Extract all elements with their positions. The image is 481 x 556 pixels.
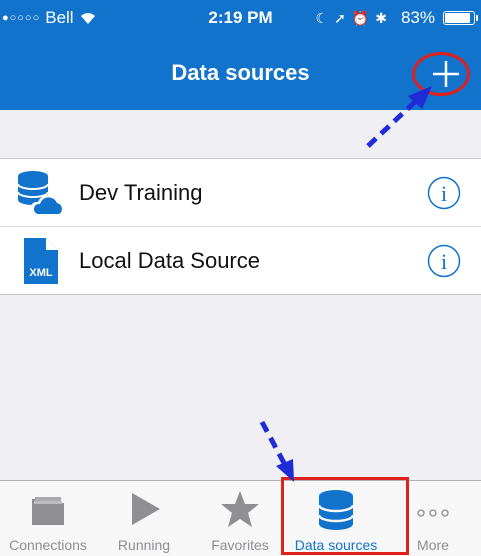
folder-icon — [32, 497, 64, 525]
svg-text:i: i — [441, 181, 447, 206]
more-dots-icon — [417, 509, 449, 517]
tab-running[interactable]: Running — [96, 481, 192, 556]
cloud-database-icon — [17, 170, 65, 216]
status-right-group: ☾➚⏰✱ 83% — [315, 8, 478, 28]
list-item-local-data-source[interactable]: XML Local Data Source i — [0, 226, 481, 294]
battery-icon — [443, 11, 478, 25]
data-source-list: Dev Training i XML Local Data Source i — [0, 158, 481, 295]
tab-connections[interactable]: Connections — [0, 481, 96, 556]
page-title: Data sources — [171, 60, 310, 85]
list-item-dev-training[interactable]: Dev Training i — [0, 159, 481, 226]
data-source-label: Dev Training — [79, 179, 203, 205]
svg-text:i: i — [441, 249, 447, 274]
tab-label: Favorites — [211, 537, 269, 553]
tab-favorites[interactable]: Favorites — [192, 481, 288, 556]
info-icon[interactable]: i — [427, 244, 461, 278]
xml-icon-text: XML — [29, 267, 53, 279]
star-icon — [221, 491, 259, 527]
status-bar: ●○○○○ Bell 2:19 PM ☾➚⏰✱ 83% — [0, 0, 481, 36]
system-status-icons: ☾➚⏰✱ — [315, 9, 393, 26]
navigation-header: ●○○○○ Bell 2:19 PM ☾➚⏰✱ 83% Data sources — [0, 0, 481, 110]
info-icon[interactable]: i — [427, 176, 461, 210]
play-icon — [132, 493, 160, 525]
annotation-highlight-box — [281, 477, 409, 555]
annotation-highlight-ellipse — [412, 52, 470, 96]
data-source-label: Local Data Source — [79, 247, 260, 273]
tab-label: Connections — [9, 537, 87, 553]
xml-file-icon: XML — [24, 237, 58, 284]
tab-label: Running — [117, 537, 171, 553]
annotation-arrow-icon — [259, 420, 294, 482]
battery-percent: 83% — [400, 8, 435, 27]
